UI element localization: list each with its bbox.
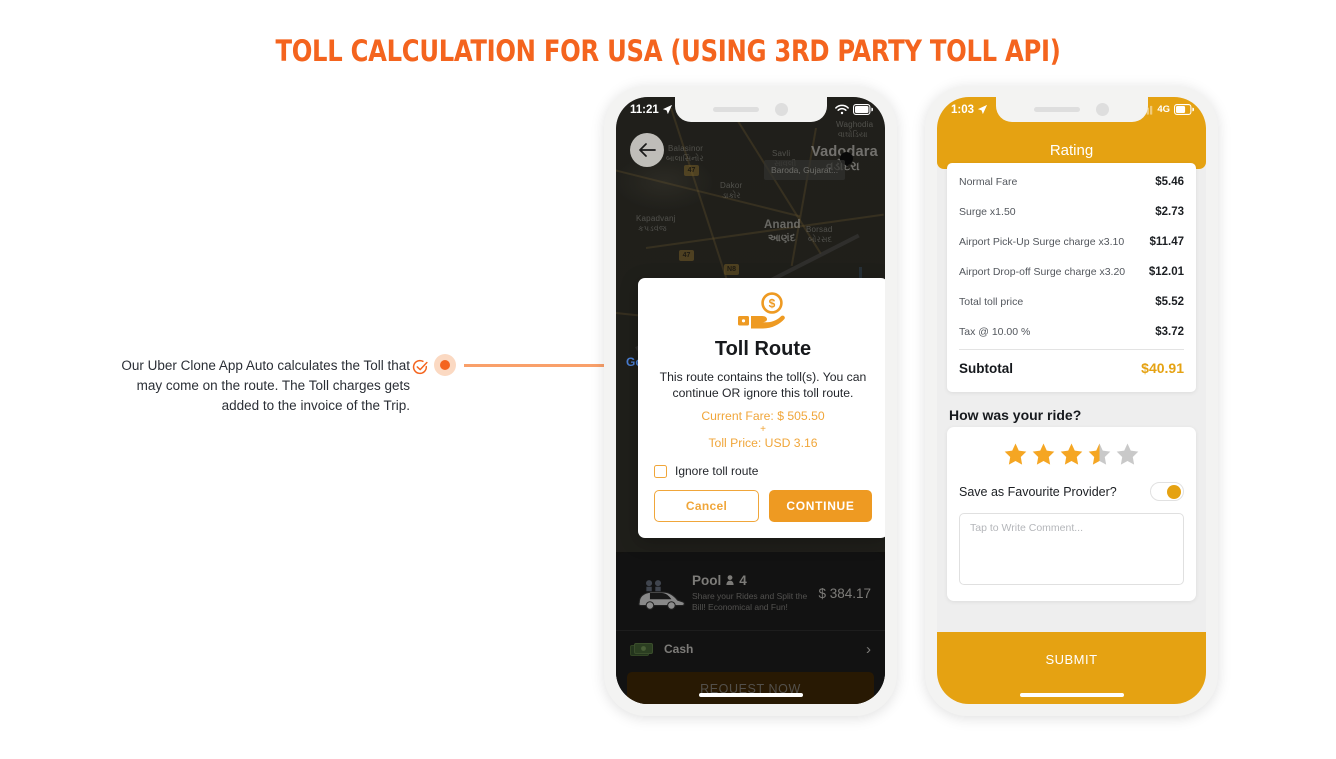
subtotal-label: Subtotal [959, 360, 1013, 376]
star-icon[interactable] [1030, 441, 1057, 468]
ignore-toll-checkbox[interactable] [654, 464, 667, 478]
location-arrow-icon [662, 104, 672, 115]
battery-icon [1174, 104, 1194, 115]
receipt-row-label: Surge x1.50 [959, 206, 1016, 218]
fare-receipt-card: Normal Fare $5.46 Surge x1.50 $2.73 Airport … [947, 163, 1196, 392]
receipt-divider [959, 349, 1184, 350]
receipt-row-label: Tax @ 10.00 % [959, 326, 1031, 338]
comment-input[interactable]: Tap to Write Comment... [959, 513, 1184, 585]
phone1-notch [674, 97, 827, 122]
battery-icon [853, 104, 873, 115]
receipt-row-label: Normal Fare [959, 176, 1018, 188]
connector-line [464, 364, 610, 367]
receipt-row: Tax @ 10.00 % $3.72 [959, 317, 1184, 347]
receipt-row-value: $3.72 [1155, 326, 1184, 338]
ignore-toll-label: Ignore toll route [675, 464, 759, 478]
back-arrow-icon [639, 143, 656, 157]
svg-text:$: $ [769, 297, 776, 311]
star-icon[interactable] [1002, 441, 1029, 468]
receipt-row-label: Airport Drop-off Surge charge x3.20 [959, 266, 1126, 278]
rating-card: Save as Favourite Provider? Tap to Write… [947, 427, 1196, 601]
receipt-row: Normal Fare $5.46 [959, 167, 1184, 197]
modal-toll-price: Toll Price: USD 3.16 [708, 436, 818, 450]
receipt-row: Airport Pick-Up Surge charge x3.10 $11.47 [959, 227, 1184, 257]
modal-plus-sign: + [760, 424, 766, 435]
receipt-row-value: $11.47 [1149, 236, 1184, 248]
toll-route-modal: $ Toll Route This route contains the tol… [638, 278, 885, 538]
receipt-row-value: $2.73 [1155, 206, 1184, 218]
favourite-provider-toggle[interactable] [1150, 482, 1184, 501]
receipt-row: Total toll price $5.52 [959, 287, 1184, 317]
modal-actions: Cancel CONTINUE [654, 490, 872, 522]
status-time: 11:21 [630, 103, 659, 116]
favourite-provider-row: Save as Favourite Provider? [959, 482, 1184, 501]
phone2-notch [995, 97, 1148, 122]
header-title: Rating [1049, 142, 1094, 159]
bullet-dot-icon [434, 354, 456, 376]
network-label: 4G [1157, 104, 1170, 115]
modal-description: This route contains the toll(s). You can… [659, 370, 867, 400]
front-camera-icon [1096, 103, 1109, 116]
sheet-overlay-dim [616, 552, 885, 704]
favourite-provider-label: Save as Favourite Provider? [959, 484, 1117, 499]
earpiece-speaker [713, 107, 759, 112]
ride-bottom-sheet: Pool 4 Share your Rides and Split the Bi… [616, 552, 885, 704]
home-indicator [698, 693, 803, 697]
poster-canvas: TOLL CALCULATION FOR USA (USING 3RD PART… [0, 0, 1336, 759]
home-indicator [1019, 693, 1124, 697]
receipt-row-value: $5.46 [1155, 176, 1184, 188]
receipt-row-value: $12.01 [1148, 266, 1184, 278]
star-icon[interactable] [1086, 441, 1113, 468]
earpiece-speaker [1034, 107, 1080, 112]
check-circle-icon [412, 359, 428, 375]
modal-current-fare: Current Fare: $ 505.50 [701, 409, 825, 423]
receipt-row: Surge x1.50 $2.73 [959, 197, 1184, 227]
phone-mockup-toll-route: Balasinor બાલાસિનોર Kapadvanj કપડવંજ Dak… [604, 86, 897, 716]
page-title: TOLL CALCULATION FOR USA (USING 3RD PART… [275, 34, 1061, 68]
location-arrow-icon [977, 104, 988, 115]
annotation-caption: Our Uber Clone App Auto calculates the T… [121, 358, 410, 413]
phone1-screen: Balasinor બાલાસિનોર Kapadvanj કપડવંજ Dak… [616, 97, 885, 704]
receipt-row: Airport Drop-off Surge charge x3.20 $12.0… [959, 257, 1184, 287]
subtotal-row: Subtotal $40.91 [959, 352, 1184, 384]
star-rating[interactable] [959, 441, 1184, 468]
phone2-screen: Rating Normal Fare $5.46 Surge x1.50 $2.73 A… [937, 97, 1206, 704]
back-button[interactable] [630, 133, 664, 167]
receipt-row-label: Total toll price [959, 296, 1024, 308]
hand-holding-dollar-icon: $ [654, 292, 872, 332]
cancel-button[interactable]: Cancel [654, 490, 759, 522]
receipt-row-label: Airport Pick-Up Surge charge x3.10 [959, 236, 1125, 248]
front-camera-icon [775, 103, 788, 116]
subtotal-value: $40.91 [1141, 360, 1184, 376]
modal-title: Toll Route [714, 338, 812, 360]
receipt-row-value: $5.52 [1155, 296, 1184, 308]
ignore-toll-checkbox-row[interactable]: Ignore toll route [654, 464, 872, 478]
continue-button[interactable]: CONTINUE [769, 490, 872, 522]
rating-question: How was your ride? [949, 407, 1082, 423]
wifi-icon [835, 104, 849, 115]
status-time: 1:03 [951, 103, 975, 116]
star-icon[interactable] [1114, 441, 1141, 468]
phone-mockup-rating: Rating Normal Fare $5.46 Surge x1.50 $2.73 A… [925, 86, 1218, 716]
star-icon[interactable] [1058, 441, 1085, 468]
